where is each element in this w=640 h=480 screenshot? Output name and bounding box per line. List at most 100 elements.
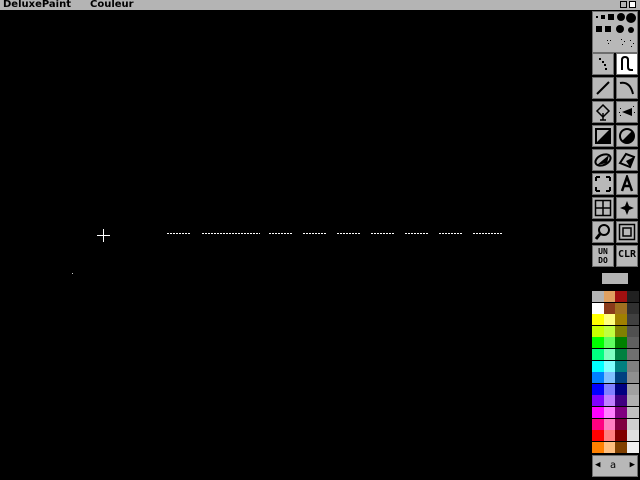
palette-swatch[interactable] <box>603 383 616 395</box>
dotted-freehand-icon <box>599 58 607 70</box>
palette-swatch[interactable] <box>603 418 616 430</box>
palette-swatch[interactable] <box>615 325 627 337</box>
palette-swatch[interactable] <box>615 395 627 407</box>
magnify-tool[interactable] <box>592 221 614 243</box>
palette-swatch[interactable] <box>615 372 627 384</box>
title-bar: DeluxePaint Couleur <box>0 0 640 10</box>
rectangle-tool[interactable] <box>592 125 614 147</box>
palette-swatch[interactable] <box>626 441 639 453</box>
palette-swatch[interactable] <box>626 302 639 314</box>
palette-swatch[interactable] <box>626 395 639 407</box>
palette-swatch[interactable] <box>626 325 639 337</box>
palette-swatch[interactable] <box>603 337 616 349</box>
zoom-tool[interactable] <box>616 221 638 243</box>
palette-swatch[interactable] <box>626 349 639 360</box>
palette-swatch[interactable] <box>592 395 604 407</box>
depth-front-icon[interactable] <box>629 1 636 8</box>
brush-select-icon <box>595 176 611 192</box>
palette-swatch[interactable] <box>592 383 604 395</box>
palette-swatch[interactable] <box>592 337 604 349</box>
palette-swatch[interactable] <box>626 418 639 430</box>
palette-swatch[interactable] <box>592 418 604 430</box>
palette-swatch[interactable] <box>603 314 616 326</box>
palette-swatch[interactable] <box>615 418 627 430</box>
palette-swatch[interactable] <box>603 430 616 442</box>
app-title[interactable]: DeluxePaint <box>3 0 71 10</box>
curve-icon <box>619 81 634 95</box>
undo-label-bottom: DO <box>598 256 608 265</box>
palette-swatch[interactable] <box>592 360 604 372</box>
palette-swatch[interactable] <box>626 314 639 326</box>
curve-tool[interactable] <box>616 77 638 99</box>
palette-swatch[interactable] <box>603 360 616 372</box>
brush-selector[interactable] <box>592 11 638 53</box>
brush-select-tool[interactable] <box>592 173 614 195</box>
palette-swatch[interactable] <box>615 441 627 453</box>
palette-swatch[interactable] <box>626 383 639 395</box>
clear-button[interactable]: CLR <box>616 245 638 267</box>
palette-swatch[interactable] <box>615 360 627 372</box>
line-tool[interactable] <box>592 77 614 99</box>
dotted-stroke <box>167 233 507 235</box>
palette-swatch[interactable] <box>592 349 604 360</box>
fill-tool[interactable] <box>592 101 614 123</box>
palette-swatch[interactable] <box>592 314 604 326</box>
palette-swatch[interactable] <box>603 349 616 360</box>
palette-swatch[interactable] <box>603 395 616 407</box>
dotted-freehand-tool[interactable] <box>592 53 614 75</box>
palette-swatch[interactable] <box>615 314 627 326</box>
menu-couleur[interactable]: Couleur <box>90 0 134 10</box>
grid-tool[interactable] <box>592 197 614 219</box>
current-color-swatch <box>602 273 628 284</box>
palette-swatch[interactable] <box>592 372 604 384</box>
circle-tool[interactable] <box>616 125 638 147</box>
pixel-speck <box>72 273 73 274</box>
palette-swatch[interactable] <box>615 407 627 418</box>
palette-swatch[interactable] <box>603 441 616 453</box>
polygon-icon <box>618 152 636 169</box>
palette-swatch[interactable] <box>592 302 604 314</box>
page-label: a <box>610 460 617 471</box>
palette-swatch[interactable] <box>626 407 639 418</box>
palette-swatch[interactable] <box>626 360 639 372</box>
palette-swatch[interactable] <box>603 302 616 314</box>
text-a-icon <box>620 175 634 192</box>
palette-swatch[interactable] <box>592 430 604 442</box>
palette-swatch[interactable] <box>626 430 639 442</box>
palette-swatch[interactable] <box>592 325 604 337</box>
text-tool[interactable] <box>616 173 638 195</box>
palette-swatch[interactable] <box>615 291 627 302</box>
continuous-freehand-icon <box>621 55 633 71</box>
page-next-icon[interactable]: ▶ <box>630 460 635 470</box>
drawing-canvas[interactable] <box>0 10 590 480</box>
depth-back-icon[interactable] <box>620 1 627 8</box>
brush-shapes-icon <box>596 13 636 47</box>
window-gadgets <box>620 0 638 10</box>
palette-swatch[interactable] <box>615 337 627 349</box>
page-prev-icon[interactable]: ◀ <box>595 460 600 470</box>
ellipse-icon <box>594 153 612 167</box>
palette-swatch[interactable] <box>615 383 627 395</box>
palette-swatch[interactable] <box>603 325 616 337</box>
color-palette[interactable] <box>592 291 639 454</box>
palette-swatch[interactable] <box>615 430 627 442</box>
palette-swatch[interactable] <box>615 302 627 314</box>
palette-swatch[interactable] <box>603 407 616 418</box>
page-selector[interactable]: ◀ a ▶ <box>592 455 638 477</box>
palette-swatch[interactable] <box>603 291 616 302</box>
palette-swatch[interactable] <box>603 372 616 384</box>
palette-swatch[interactable] <box>592 441 604 453</box>
airbrush-tool[interactable] <box>616 101 638 123</box>
palette-swatch[interactable] <box>592 407 604 418</box>
palette-swatch[interactable] <box>592 291 604 302</box>
palette-swatch[interactable] <box>626 291 639 302</box>
continuous-freehand-tool[interactable] <box>616 53 638 75</box>
palette-swatch[interactable] <box>615 349 627 360</box>
undo-button[interactable]: UN DO <box>592 245 614 267</box>
ellipse-tool[interactable] <box>592 149 614 171</box>
polygon-tool[interactable] <box>616 149 638 171</box>
symmetry-tool[interactable] <box>616 197 638 219</box>
palette-swatch[interactable] <box>626 372 639 384</box>
magnify-icon <box>594 224 610 240</box>
palette-swatch[interactable] <box>626 337 639 349</box>
